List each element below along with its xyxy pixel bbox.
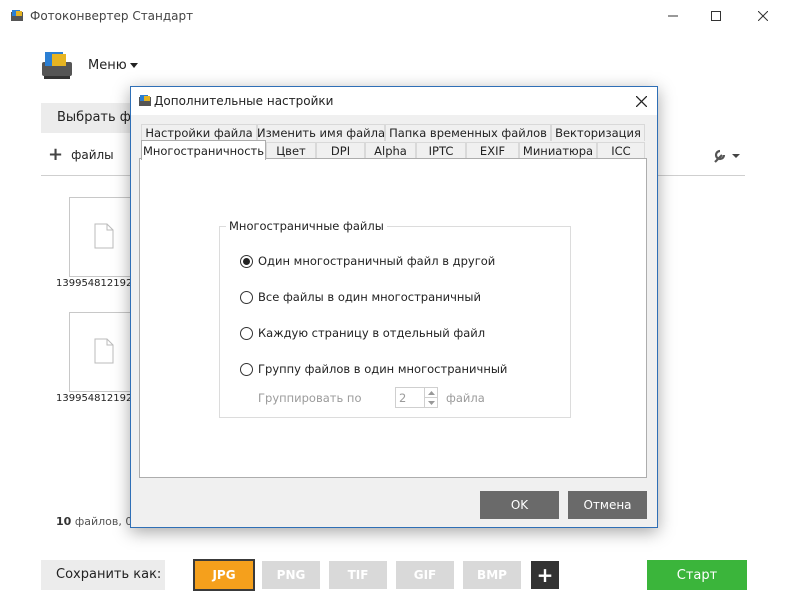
- group-by-label: Группировать по: [258, 391, 362, 405]
- format-bmp-button[interactable]: BMP: [463, 561, 521, 589]
- plus-icon: +: [48, 144, 64, 165]
- format-gif-button[interactable]: GIF: [396, 561, 454, 589]
- tab-exif[interactable]: EXIF: [466, 142, 519, 159]
- group-size-stepper[interactable]: 2: [395, 387, 438, 408]
- menu-button[interactable]: Меню: [88, 58, 127, 73]
- tab-icc[interactable]: ICC: [597, 142, 645, 159]
- format-png-button[interactable]: PNG: [262, 561, 320, 589]
- add-format-button[interactable]: +: [531, 561, 559, 589]
- dialog-app-icon: [139, 95, 151, 106]
- stepper-up-icon[interactable]: [424, 388, 437, 398]
- file-thumbnail[interactable]: [69, 312, 133, 392]
- radio-unchecked[interactable]: [240, 362, 253, 376]
- radio-unchecked[interactable]: [240, 290, 253, 304]
- tab-vectorization[interactable]: Векторизация: [551, 124, 645, 141]
- option-all-files-to-one[interactable]: Все файлы в один многостраничный: [240, 290, 481, 304]
- app-icon: [11, 10, 23, 21]
- file-count: 10: [56, 515, 72, 528]
- option-one-multipage-to-other[interactable]: Один многостраничный файл в другой: [240, 254, 495, 268]
- save-as-label: Сохранить как:: [41, 560, 165, 590]
- tab-rename-file[interactable]: Изменить имя файла: [257, 124, 385, 141]
- radio-unchecked[interactable]: [240, 326, 253, 340]
- option-label: Группу файлов в один многостраничный: [258, 362, 508, 376]
- close-window-button[interactable]: [740, 0, 786, 32]
- minimize-button[interactable]: [650, 0, 696, 32]
- tab-color[interactable]: Цвет: [266, 142, 316, 159]
- app-logo-icon: [42, 52, 72, 79]
- file-thumbnail[interactable]: [69, 197, 133, 277]
- main-titlebar: Фотоконвертер Стандарт: [0, 0, 786, 32]
- menu-caret-icon[interactable]: [130, 63, 138, 68]
- multipage-files-group: Многостраничные файлы Один многостраничн…: [219, 219, 571, 418]
- file-name: 1399548121920: [56, 278, 134, 289]
- group-title: Многостраничные файлы: [226, 219, 387, 233]
- dialog-title: Дополнительные настройки: [154, 94, 334, 108]
- status-text: 10 файлов, 0: [56, 515, 136, 528]
- minimize-icon: [668, 15, 678, 17]
- add-files-label: файлы: [71, 148, 114, 162]
- maximize-button[interactable]: [693, 0, 739, 32]
- file-name: 1399548121920: [56, 393, 134, 404]
- stepper-down-icon[interactable]: [424, 398, 437, 408]
- maximize-icon: [711, 11, 721, 21]
- radio-checked[interactable]: [240, 254, 253, 268]
- dialog-close-button[interactable]: [631, 91, 651, 111]
- window-title: Фотоконвертер Стандарт: [30, 9, 194, 23]
- cancel-button[interactable]: Отмена: [568, 491, 647, 519]
- group-unit-label: файла: [446, 391, 485, 405]
- format-tif-button[interactable]: TIF: [329, 561, 387, 589]
- format-jpg-button[interactable]: JPG: [193, 559, 255, 591]
- close-icon: [758, 11, 768, 21]
- document-icon: [94, 338, 114, 364]
- document-icon: [94, 223, 114, 249]
- advanced-settings-dialog: Дополнительные настройки Настройки файла…: [130, 86, 658, 528]
- tab-alpha[interactable]: Alpha: [365, 142, 416, 159]
- option-each-page-separate[interactable]: Каждую страницу в отдельный файл: [240, 326, 485, 340]
- file-count-label: файлов, 0: [74, 515, 133, 528]
- ok-button[interactable]: OK: [480, 491, 559, 519]
- option-group-of-files[interactable]: Группу файлов в один многостраничный: [240, 362, 507, 376]
- tab-dpi[interactable]: DPI: [316, 142, 365, 159]
- start-button[interactable]: Старт: [647, 560, 747, 590]
- option-label: Один многостраничный файл в другой: [258, 254, 496, 268]
- tab-temp-folder[interactable]: Папка временных файлов: [385, 124, 551, 141]
- option-label: Все файлы в один многостраничный: [258, 290, 481, 304]
- option-label: Каждую страницу в отдельный файл: [258, 326, 486, 340]
- tab-multipage[interactable]: Многостраничность: [141, 140, 266, 160]
- dialog-titlebar: Дополнительные настройки: [131, 87, 657, 115]
- tab-iptc[interactable]: IPTC: [416, 142, 466, 159]
- group-size-value: 2: [399, 391, 407, 405]
- settings-wrench-icon[interactable]: [712, 148, 740, 164]
- tab-file-settings[interactable]: Настройки файла: [141, 124, 257, 141]
- add-files-button[interactable]: + файлы: [48, 144, 114, 165]
- tab-thumbnail[interactable]: Миниатюра: [519, 142, 597, 159]
- close-icon: [635, 95, 647, 107]
